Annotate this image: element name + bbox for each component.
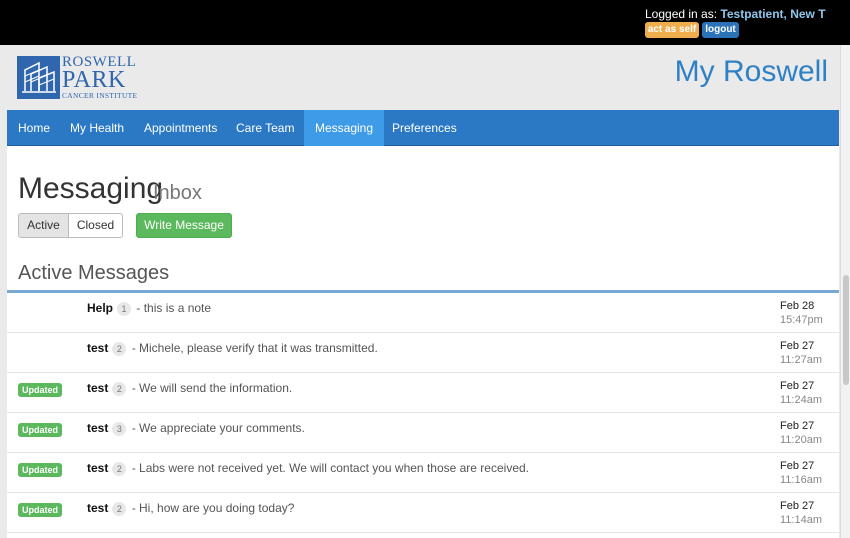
message-row[interactable]: Updated test 2 - Hi, how are you doing to… xyxy=(7,493,839,533)
message-date: Feb 28 xyxy=(780,300,815,312)
message-count: 2 xyxy=(112,502,127,516)
user-name-link[interactable]: Testpatient, New T xyxy=(720,7,825,21)
message-preview: - Hi, how are you doing today? xyxy=(131,501,295,515)
nav-messaging[interactable]: Messaging xyxy=(304,110,385,146)
message-preview: - Michele, please verify that it was tra… xyxy=(131,341,378,355)
message-row[interactable]: Updated test 2 - We will send the informa… xyxy=(7,373,839,413)
message-count: 3 xyxy=(112,422,127,436)
message-summary[interactable]: test 2 - Hi, how are you doing today? xyxy=(87,501,294,516)
message-row[interactable]: Updated test 3 - We appreciate your comme… xyxy=(7,413,839,453)
message-summary[interactable]: test 2 - Michele, please verify that it w… xyxy=(87,341,378,356)
message-count: 2 xyxy=(112,462,127,476)
message-time: 11:20am xyxy=(780,434,822,446)
nav-my-health[interactable]: My Health xyxy=(59,110,135,146)
message-date: Feb 27 xyxy=(780,420,815,432)
message-row[interactable]: Updated test 2 - Labs were not received y… xyxy=(7,453,839,493)
write-message-button[interactable]: Write Message xyxy=(136,213,232,238)
message-preview: - this is a note xyxy=(136,301,212,315)
updated-badge: Updated xyxy=(18,463,62,477)
message-time: 15:47pm xyxy=(780,314,823,326)
logo-text: ROSWELL PARK CANCER INSTITUTE xyxy=(62,55,137,100)
brand-title: My Roswell xyxy=(674,55,828,88)
message-subject: test xyxy=(87,421,109,435)
message-preview: - We appreciate your comments. xyxy=(131,421,305,435)
message-date: Feb 27 xyxy=(780,460,815,472)
nav-appointments[interactable]: Appointments xyxy=(133,110,228,146)
logout-button[interactable]: logout xyxy=(702,22,739,38)
section-title: Active Messages xyxy=(18,262,170,284)
updated-badge: Updated xyxy=(18,423,62,437)
top-bar: Logged in as: Testpatient, New T act as … xyxy=(0,0,850,45)
logged-in-label: Logged in as: xyxy=(645,7,718,21)
message-preview: - Labs were not received yet. We will co… xyxy=(131,461,529,475)
nav-home[interactable]: Home xyxy=(7,110,61,146)
message-subject: test xyxy=(87,381,109,395)
message-summary[interactable]: test 2 - We will send the information. xyxy=(87,381,292,396)
message-time: 11:27am xyxy=(780,354,822,366)
message-time: 11:24am xyxy=(780,394,822,406)
message-subject: test xyxy=(87,461,109,475)
building-logo-icon xyxy=(17,56,60,99)
message-subject: test xyxy=(87,501,109,515)
filter-active-button[interactable]: Active xyxy=(18,213,69,238)
message-summary[interactable]: test 3 - We appreciate your comments. xyxy=(87,421,305,436)
message-subject: Help xyxy=(87,301,114,315)
login-info: Logged in as: Testpatient, New T xyxy=(645,7,826,21)
message-row[interactable]: test 2 - Michele, please verify that it w… xyxy=(7,333,839,373)
message-date: Feb 27 xyxy=(780,500,815,512)
message-summary[interactable]: Help 1 - this is a note xyxy=(87,301,211,316)
roswell-park-logo[interactable]: ROSWELL PARK CANCER INSTITUTE xyxy=(17,55,145,100)
message-subject: test xyxy=(87,341,109,355)
message-preview: - We will send the information. xyxy=(131,381,293,395)
page-title: Messaging xyxy=(18,172,164,205)
scrollbar-thumb[interactable] xyxy=(843,275,849,385)
message-count: 2 xyxy=(112,382,127,396)
message-summary[interactable]: test 2 - Labs were not received yet. We w… xyxy=(87,461,529,476)
nav-care-team[interactable]: Care Team xyxy=(225,110,305,146)
message-date: Feb 27 xyxy=(780,340,815,352)
message-time: 11:16am xyxy=(780,474,822,486)
act-as-self-button[interactable]: act as self xyxy=(645,22,699,38)
logo-line-institute: CANCER INSTITUTE xyxy=(62,91,138,100)
page-scrollbar[interactable] xyxy=(840,45,850,538)
message-count: 1 xyxy=(117,302,132,316)
main-content: Messaging Inbox Active Closed Write Mess… xyxy=(7,146,839,538)
main-nav: Home My Health Appointments Care Team Me… xyxy=(7,110,839,146)
nav-preferences[interactable]: Preferences xyxy=(381,110,468,146)
updated-badge: Updated xyxy=(18,503,62,517)
message-list: Help 1 - this is a note Feb 28 15:47pm te… xyxy=(7,293,839,533)
filter-closed-button[interactable]: Closed xyxy=(68,213,123,238)
updated-badge: Updated xyxy=(18,383,62,397)
message-date: Feb 27 xyxy=(780,380,815,392)
message-count: 2 xyxy=(112,342,127,356)
page-subtitle: Inbox xyxy=(153,182,202,204)
message-time: 11:14am xyxy=(780,514,822,526)
message-row[interactable]: Help 1 - this is a note Feb 28 15:47pm xyxy=(7,293,839,333)
logo-line-park: PARK xyxy=(62,67,126,93)
